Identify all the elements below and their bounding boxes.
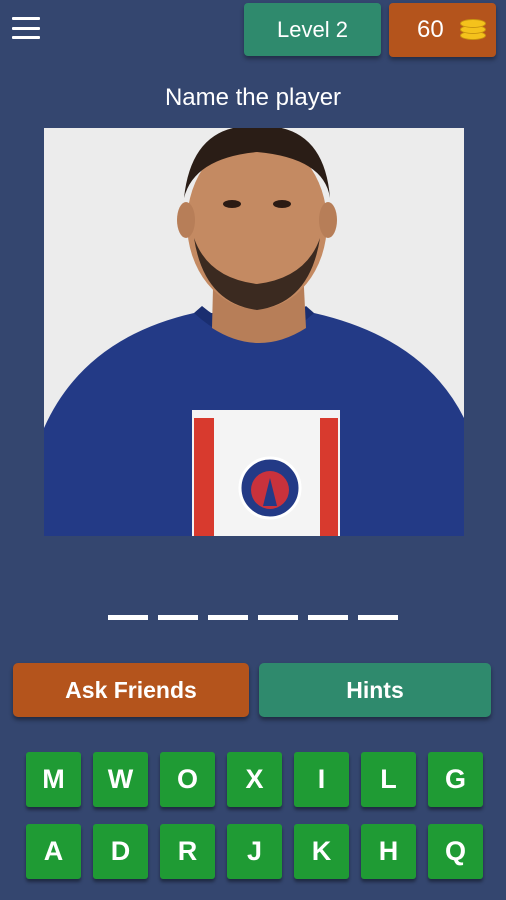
hints-button[interactable]: Hints <box>259 663 491 717</box>
level-badge: Level 2 <box>244 3 381 56</box>
answer-slot[interactable] <box>158 615 198 620</box>
answer-slot[interactable] <box>208 615 248 620</box>
ask-friends-button[interactable]: Ask Friends <box>13 663 249 717</box>
player-photo-illustration <box>44 128 464 536</box>
answer-slots <box>108 615 398 620</box>
coins-badge[interactable]: 60 <box>389 3 496 57</box>
letter-key[interactable]: I <box>294 752 349 807</box>
letter-key[interactable]: A <box>26 824 81 879</box>
coin-stack-icon <box>459 18 486 42</box>
player-photo <box>44 128 464 536</box>
menu-icon[interactable] <box>10 14 42 42</box>
letter-key[interactable]: O <box>160 752 215 807</box>
letter-key[interactable]: L <box>361 752 416 807</box>
letter-key[interactable]: H <box>361 824 416 879</box>
answer-slot[interactable] <box>308 615 348 620</box>
letter-key[interactable]: K <box>294 824 349 879</box>
answer-slot[interactable] <box>358 615 398 620</box>
question-title: Name the player <box>164 84 342 111</box>
answer-slot[interactable] <box>258 615 298 620</box>
letter-key[interactable]: Q <box>428 824 483 879</box>
letter-key[interactable]: D <box>93 824 148 879</box>
answer-slot[interactable] <box>108 615 148 620</box>
letter-key[interactable]: G <box>428 752 483 807</box>
letter-key[interactable]: M <box>26 752 81 807</box>
letter-key[interactable]: J <box>227 824 282 879</box>
letter-key[interactable]: R <box>160 824 215 879</box>
level-label: Level 2 <box>277 16 348 42</box>
letter-key[interactable]: W <box>93 752 148 807</box>
letter-keyboard: M W O X I L G A D R J K H Q <box>26 752 484 879</box>
letter-key[interactable]: X <box>227 752 282 807</box>
coin-count: 60 <box>417 16 444 43</box>
